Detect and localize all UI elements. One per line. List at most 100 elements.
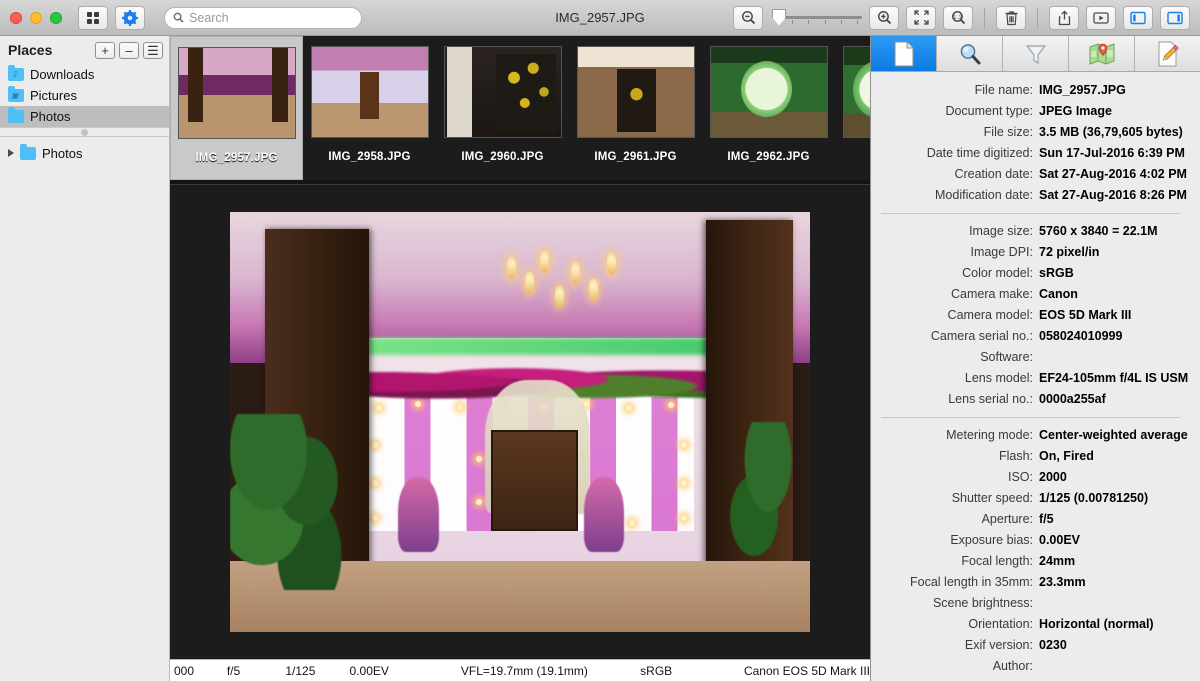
metadata-label: Image DPI: <box>970 245 1033 259</box>
zoom-button[interactable] <box>50 11 62 24</box>
tab-document-info[interactable] <box>871 36 937 71</box>
tab-edit[interactable] <box>1135 36 1200 71</box>
metadata-value: 72 pixel/in <box>1039 245 1100 259</box>
sidebar-item-downloads[interactable]: ⇩ Downloads <box>0 64 169 85</box>
metadata-label: Lens model: <box>964 371 1033 385</box>
image-viewer-window: Search IMG_2957.JPG 1:1 Places + – ☰ ⇩ D… <box>0 0 1200 681</box>
metadata-value: 0230 <box>1039 638 1067 652</box>
metadata-label: File name: <box>974 83 1033 97</box>
image-viewport[interactable] <box>170 185 870 659</box>
zoom-slider-thumb[interactable] <box>772 8 786 26</box>
status-bar: 000 f/5 1/125 0.00EV VFL=19.7mm (19.1mm)… <box>170 659 870 681</box>
metadata-value: 5760 x 3840 = 22.1M <box>1039 224 1158 238</box>
metadata-value: 058024010999 <box>1039 329 1123 343</box>
places-header: Places + – ☰ <box>0 36 169 64</box>
toggle-left-panel-button[interactable] <box>1123 5 1153 30</box>
metadata-row: Lens serial no.: 0000a255af <box>871 389 1190 410</box>
thumbnail-item[interactable]: IMG_2957.JPG <box>170 36 303 180</box>
metadata-label: Exif version: <box>964 638 1033 652</box>
slideshow-button[interactable] <box>1086 5 1116 30</box>
folder-icon <box>20 143 36 160</box>
actual-size-button[interactable]: 1:1 <box>943 5 973 30</box>
thumbnail-item[interactable]: IMG_2962.JPG <box>702 36 835 180</box>
tab-filter[interactable] <box>1003 36 1069 71</box>
fit-to-window-button[interactable] <box>906 5 936 30</box>
gear-icon <box>122 9 138 26</box>
close-button[interactable] <box>10 11 22 24</box>
metadata-row: Image size: 5760 x 3840 = 22.1M <box>871 221 1190 242</box>
search-input[interactable]: Search <box>164 6 362 29</box>
metadata-label: Date time digitized: <box>926 146 1033 160</box>
thumbnail-item[interactable]: IMG_2958.JPG <box>303 36 436 180</box>
status-shutter: 1/125 <box>285 663 316 678</box>
metadata-row: Exposure bias: 0.00EV <box>871 530 1190 551</box>
metadata-row: Scene brightness: <box>871 593 1190 614</box>
sidebar-item-pictures[interactable]: ▣ Pictures <box>0 85 169 106</box>
status-focal-length: VFL=19.7mm (19.1mm) <box>460 663 588 678</box>
add-place-button[interactable]: + <box>95 41 115 59</box>
toggle-right-panel-button[interactable] <box>1160 5 1190 30</box>
tab-map[interactable] <box>1069 36 1135 71</box>
search-icon <box>173 12 184 23</box>
metadata-label: Exposure bias: <box>950 533 1033 547</box>
titlebar-left-tools: Search <box>78 5 362 30</box>
tab-exif-search[interactable] <box>937 36 1003 71</box>
status-iso: 000 <box>174 663 195 678</box>
filter-funnel-icon <box>1025 44 1046 64</box>
photo-artwork <box>230 212 810 632</box>
thumbnail-label: IMG_2960.JPG <box>461 151 544 163</box>
tree-item-photos[interactable]: Photos <box>0 143 169 163</box>
status-color-model: sRGB <box>640 663 673 678</box>
metadata-row: Date time digitized: Sun 17-Jul-2016 6:3… <box>871 143 1190 164</box>
metadata-value: IMG_2957.JPG <box>1039 83 1126 97</box>
metadata-row: Color model: sRGB <box>871 263 1190 284</box>
share-button[interactable] <box>1049 5 1079 30</box>
metadata-row: ISO: 2000 <box>871 467 1190 488</box>
metadata-label: Author: <box>992 659 1033 673</box>
metadata-label: Camera model: <box>947 308 1033 322</box>
places-sidebar: Places + – ☰ ⇩ Downloads ▣ Pictures Phot… <box>0 36 170 681</box>
toolbar-divider <box>984 7 985 28</box>
metadata-value: EOS 5D Mark III <box>1039 308 1132 322</box>
thumbnail-image <box>576 46 695 138</box>
photos-folder-icon <box>8 107 24 123</box>
sidebar-item-label: Photos <box>30 109 71 124</box>
zoom-slider[interactable] <box>770 8 862 28</box>
zoom-out-button[interactable] <box>733 5 763 30</box>
metadata-label: Scene brightness: <box>932 596 1033 610</box>
metadata-divider <box>881 417 1180 418</box>
expand-arrows-icon <box>913 10 929 25</box>
toolbar-divider-2 <box>1037 7 1038 28</box>
thumbnail-item[interactable]: IMG_2961.JPG <box>569 36 702 180</box>
thumbnail-item[interactable]: IMG_ <box>835 36 870 180</box>
sidebar-splitter[interactable] <box>0 127 169 137</box>
zoom-in-button[interactable] <box>869 5 899 30</box>
thumbnail-strip-scrollbar[interactable] <box>170 180 870 184</box>
chevron-right-icon[interactable] <box>8 149 14 157</box>
settings-button[interactable] <box>115 5 145 30</box>
actual-size-icon: 1:1 <box>951 10 965 25</box>
metadata-row: Lens model: EF24-105mm f/4L IS USM <box>871 368 1190 389</box>
metadata-value: On, Fired <box>1039 449 1094 463</box>
minimize-button[interactable] <box>30 11 42 24</box>
thumbnail-image <box>310 46 429 138</box>
downloads-folder-icon: ⇩ <box>8 65 24 81</box>
thumbnail-image <box>177 47 296 139</box>
document-info-icon <box>894 41 913 66</box>
sidebar-item-label: Downloads <box>30 67 95 82</box>
metadata-value: f/5 <box>1039 512 1054 526</box>
delete-button[interactable] <box>996 5 1026 30</box>
places-menu-button[interactable]: ☰ <box>143 41 163 59</box>
metadata-list: File name: IMG_2957.JPG Document type: J… <box>871 72 1200 681</box>
sidebar-item-photos[interactable]: Photos <box>0 106 169 127</box>
remove-place-button[interactable]: – <box>119 41 139 59</box>
metadata-value: Sat 27-Aug-2016 4:02 PM <box>1039 167 1187 181</box>
metadata-value: 24mm <box>1039 554 1076 568</box>
thumbnail-label: IMG_2958.JPG <box>328 151 411 163</box>
thumbnail-item[interactable]: IMG_2960.JPG <box>436 36 569 180</box>
thumbnail-strip[interactable]: IMG_2957.JPG IMG_2958.JPG IMG_2960.JPG I… <box>170 36 870 185</box>
window-body: Places + – ☰ ⇩ Downloads ▣ Pictures Phot… <box>0 36 1200 681</box>
metadata-value: JPEG Image <box>1039 104 1112 118</box>
grid-view-button[interactable] <box>78 5 108 30</box>
metadata-label: Software: <box>980 350 1033 364</box>
